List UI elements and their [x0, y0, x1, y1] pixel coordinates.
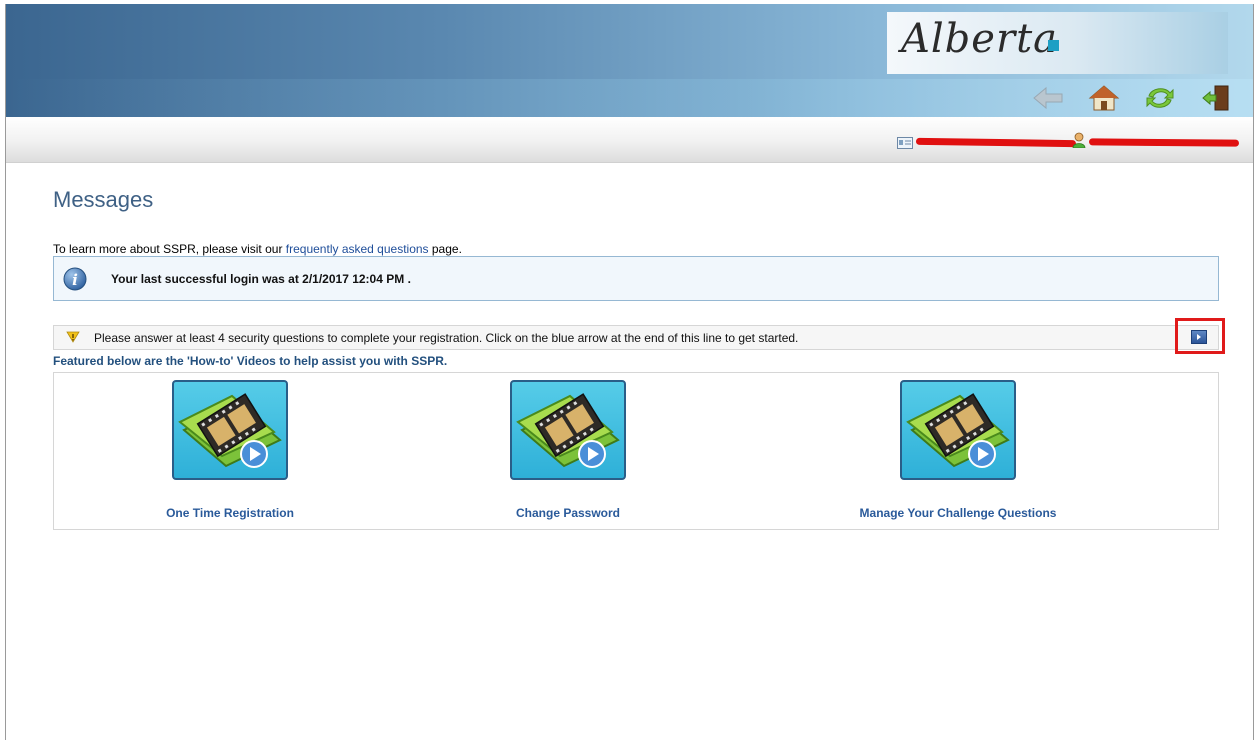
video-one-time-registration[interactable]: One Time Registration: [130, 380, 330, 520]
video-folder-graphic: [906, 393, 1010, 468]
video-folder-icon[interactable]: [172, 380, 288, 480]
video-folder-icon[interactable]: [510, 380, 626, 480]
info-icon: i: [63, 267, 87, 291]
featured-videos-heading: Featured below are the 'How-to' Videos t…: [53, 354, 448, 368]
home-button[interactable]: [1087, 82, 1121, 114]
home-icon: [1088, 85, 1120, 111]
video-label[interactable]: Manage Your Challenge Questions: [833, 506, 1083, 520]
video-folder-icon[interactable]: [900, 380, 1016, 480]
video-manage-challenge-questions[interactable]: Manage Your Challenge Questions: [833, 380, 1083, 520]
video-label[interactable]: One Time Registration: [130, 506, 330, 520]
faq-suffix: page.: [428, 242, 462, 256]
alberta-logo-text: Alberta: [901, 16, 1058, 62]
id-card-icon: [897, 137, 913, 149]
refresh-button[interactable]: [1143, 82, 1177, 114]
how-to-videos-panel: One Time Registration Change Password Ma…: [53, 372, 1219, 530]
logout-button[interactable]: [1199, 82, 1233, 114]
faq-line: To learn more about SSPR, please visit o…: [53, 242, 462, 256]
user-icon: [1072, 132, 1086, 148]
video-label[interactable]: Change Password: [468, 506, 668, 520]
registration-warning: Please answer at least 4 security questi…: [53, 325, 1219, 350]
video-folder-graphic: [178, 393, 282, 468]
back-arrow-icon: [1033, 86, 1063, 110]
registration-warning-text: Please answer at least 4 security questi…: [94, 331, 799, 345]
alberta-logo-square: [1048, 40, 1059, 51]
refresh-icon: [1146, 88, 1174, 108]
video-folder-graphic: [516, 393, 620, 468]
start-registration-arrow-button[interactable]: [1191, 330, 1207, 344]
last-login-text: Your last successful login was at 2/1/20…: [111, 272, 411, 286]
faq-prefix: To learn more about SSPR, please visit o…: [53, 242, 286, 256]
faq-link[interactable]: frequently asked questions: [286, 242, 429, 256]
browser-frame: Alberta Messages To learn more about SSP…: [5, 4, 1254, 740]
video-change-password[interactable]: Change Password: [468, 380, 668, 520]
back-button[interactable]: [1031, 82, 1065, 114]
redacted-user-name: [1088, 138, 1240, 147]
chevron-right-icon: [1197, 334, 1201, 340]
last-login-message: i Your last successful login was at 2/1/…: [53, 256, 1219, 301]
alberta-logo: Alberta: [887, 12, 1228, 74]
page-title: Messages: [53, 187, 154, 212]
logout-door-icon: [1202, 85, 1229, 111]
header-nav: [1031, 82, 1233, 114]
svg-text:i: i: [72, 271, 78, 289]
warning-icon: [66, 331, 80, 343]
